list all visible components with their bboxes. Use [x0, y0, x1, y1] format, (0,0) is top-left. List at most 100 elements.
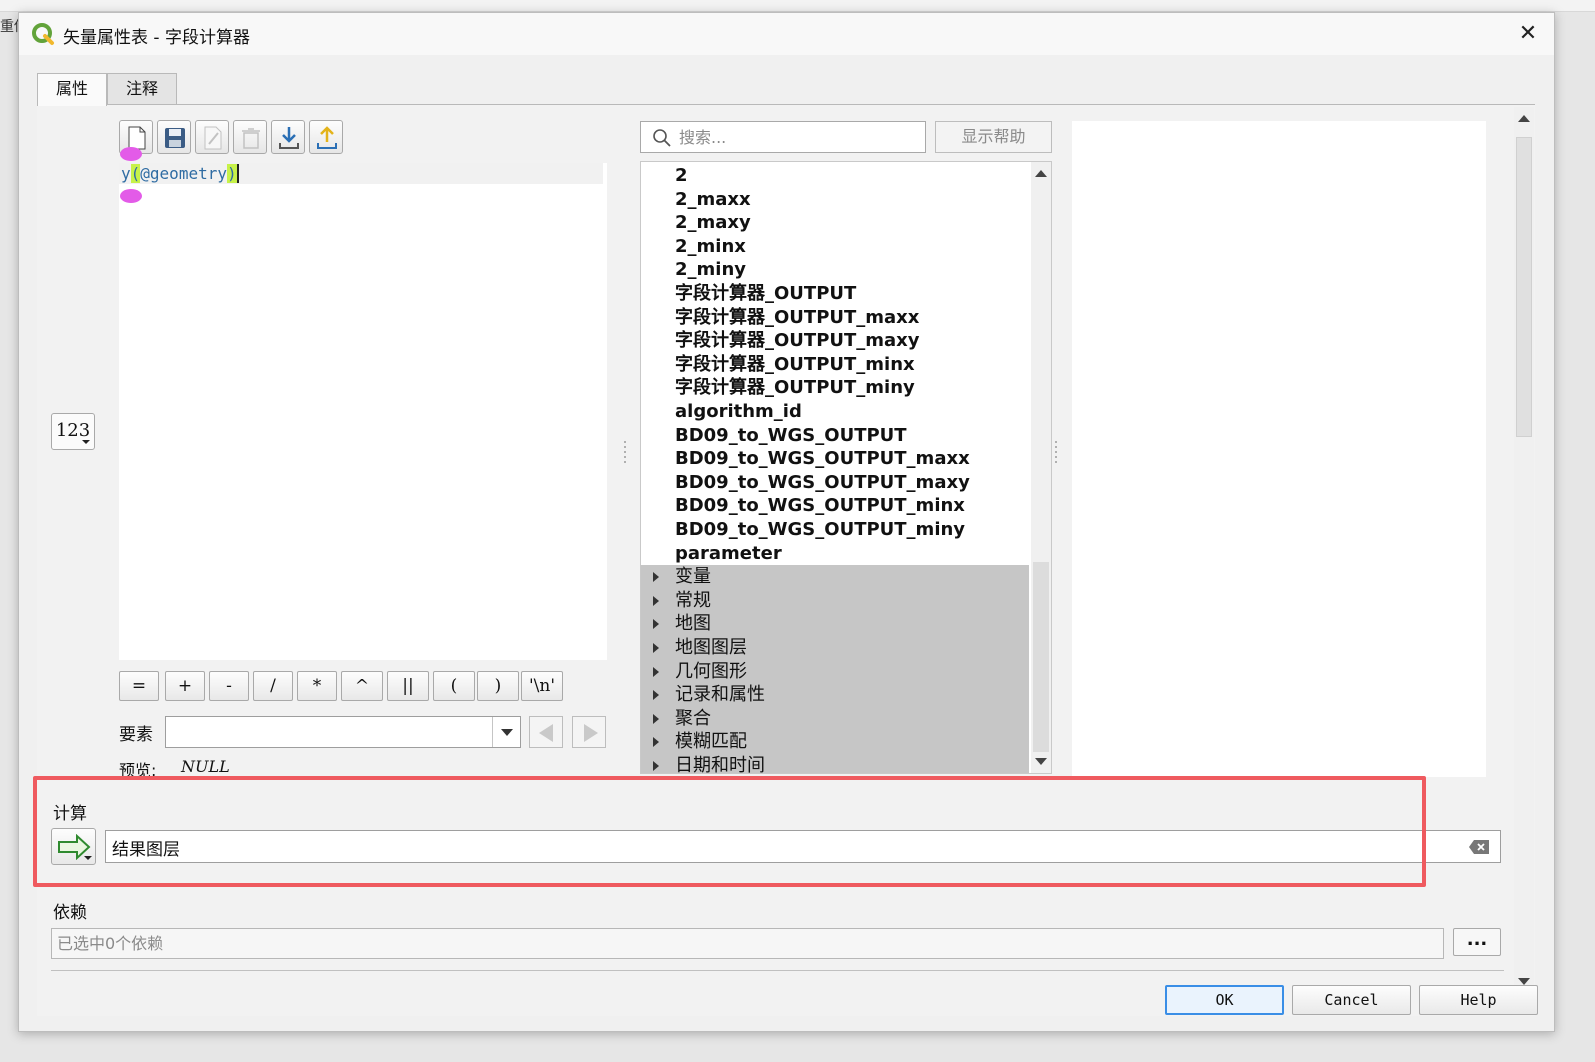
tree-group-item[interactable]: 几何图形 [641, 659, 1029, 684]
tree-group-item[interactable]: 聚合 [641, 706, 1029, 731]
help-pane [1072, 121, 1486, 777]
output-layer-button[interactable] [51, 828, 96, 865]
cancel-button[interactable]: Cancel [1292, 985, 1411, 1015]
tree-field-item[interactable]: BD09_to_WGS_OUTPUT_minx [641, 494, 1031, 518]
tree-field-item[interactable]: 字段计算器_OUTPUT [641, 282, 1031, 306]
tree-group-item[interactable]: 变量 [641, 565, 1029, 589]
operator-button[interactable]: * [297, 671, 337, 701]
tree-field-item[interactable]: 字段计算器_OUTPUT_minx [641, 353, 1031, 377]
operator-button[interactable]: || [387, 671, 429, 701]
trash-icon [242, 128, 260, 149]
upload-icon [317, 126, 337, 149]
function-search[interactable] [640, 121, 926, 153]
operator-button[interactable]: ) [477, 671, 519, 701]
tree-field-item[interactable]: BD09_to_WGS_OUTPUT_maxy [641, 471, 1031, 495]
tree-field-item[interactable]: 字段计算器_OUTPUT_maxx [641, 306, 1031, 330]
search-input[interactable] [677, 125, 917, 149]
tree-field-item[interactable]: 2_miny [641, 258, 1031, 282]
main-scroll-thumb[interactable] [1516, 137, 1532, 437]
scroll-down-icon[interactable] [1518, 978, 1530, 985]
output-layer-field[interactable] [105, 830, 1501, 863]
save-button[interactable] [157, 120, 191, 154]
tree-group-item[interactable]: 常规 [641, 588, 1029, 613]
arrow-left-icon [539, 724, 553, 742]
edit-button[interactable] [195, 120, 229, 154]
operator-button[interactable]: = [119, 671, 159, 701]
feature-combo[interactable] [165, 716, 521, 748]
tree-field-item[interactable]: BD09_to_WGS_OUTPUT_maxx [641, 447, 1031, 471]
main-scrollbar[interactable] [1514, 107, 1534, 993]
dependencies-label: 依赖 [53, 903, 87, 923]
expand-arrow-icon[interactable] [653, 761, 659, 771]
tree-group-label: 模糊匹配 [675, 731, 747, 753]
dependencies-browse-button[interactable]: ... [1453, 928, 1501, 956]
tree-field-item[interactable]: BD09_to_WGS_OUTPUT_miny [641, 518, 1031, 542]
expand-arrow-icon[interactable] [653, 643, 659, 653]
tree-field-item[interactable]: parameter [641, 542, 1031, 566]
previous-feature-button[interactable] [529, 716, 563, 748]
tree-field-item[interactable]: 2_minx [641, 235, 1031, 259]
operator-button[interactable]: ( [433, 671, 475, 701]
next-feature-button[interactable] [572, 716, 606, 748]
tree-field-item[interactable]: 2_maxy [641, 211, 1031, 235]
tree-field-item[interactable]: BD09_to_WGS_OUTPUT [641, 424, 1031, 448]
divider [51, 970, 1504, 971]
field-calculator-dialog: 矢量属性表 - 字段计算器 ✕ 属性 注释 y(@geometry) 123 要… [18, 12, 1555, 1032]
operator-button[interactable]: - [209, 671, 249, 701]
show-help-button[interactable]: 显示帮助 [935, 121, 1052, 153]
expand-arrow-icon[interactable] [653, 572, 659, 583]
chevron-down-icon[interactable] [492, 717, 520, 747]
tree-group-item[interactable]: 记录和属性 [641, 683, 1029, 707]
tree-group-label: 变量 [675, 566, 711, 588]
splitter-handle-right[interactable] [1055, 441, 1057, 465]
tree-group-label: 地图图层 [675, 637, 747, 658]
tree-field-item[interactable]: 2_maxx [641, 188, 1031, 212]
close-button[interactable]: ✕ [1514, 20, 1542, 48]
scroll-up-icon[interactable] [1035, 170, 1047, 177]
tree-group-item[interactable]: 日期和时间 [641, 754, 1029, 773]
tree-group-item[interactable]: 地图图层 [641, 636, 1029, 660]
ok-button[interactable]: OK [1165, 985, 1284, 1015]
delete-button[interactable] [233, 120, 267, 154]
expand-arrow-icon[interactable] [653, 690, 659, 701]
output-layer-input[interactable] [110, 834, 1440, 860]
tree-field-item[interactable]: 字段计算器_OUTPUT_miny [641, 376, 1031, 400]
tree-group-item[interactable]: 模糊匹配 [641, 730, 1029, 754]
operator-button[interactable]: / [253, 671, 293, 701]
help-button[interactable]: Help [1419, 985, 1538, 1015]
tree-scroll-thumb[interactable] [1033, 562, 1049, 752]
splitter-handle-left[interactable] [624, 441, 626, 465]
scroll-down-icon[interactable] [1035, 758, 1047, 765]
calc-label: 计算 [53, 804, 87, 824]
clear-icon[interactable] [1468, 839, 1490, 855]
tree-field-item[interactable]: 字段计算器_OUTPUT_maxy [641, 329, 1031, 353]
tab-annotations[interactable]: 注释 [107, 73, 177, 105]
expand-arrow-icon[interactable] [653, 595, 659, 606]
tree-field-item[interactable]: 2 [641, 164, 1031, 188]
scroll-up-icon[interactable] [1518, 115, 1530, 122]
operator-button[interactable]: + [165, 671, 205, 701]
titlebar: 矢量属性表 - 字段计算器 ✕ [19, 13, 1554, 55]
tree-field-item[interactable]: algorithm_id [641, 400, 1031, 424]
operator-button[interactable]: ^ [341, 671, 383, 701]
expression-editor[interactable]: y(@geometry) [119, 163, 607, 660]
expand-arrow-icon[interactable] [653, 737, 659, 748]
import-button[interactable] [271, 120, 305, 154]
dependencies-field[interactable]: 已选中0个依赖 [51, 928, 1444, 959]
expand-arrow-icon[interactable] [653, 666, 659, 677]
expand-arrow-icon[interactable] [653, 713, 659, 724]
arrow-right-icon [584, 724, 598, 742]
drop-marker-bottom [120, 189, 142, 203]
expand-arrow-icon[interactable] [653, 619, 659, 630]
tab-attributes[interactable]: 属性 [37, 73, 107, 106]
tree-scrollbar[interactable] [1031, 162, 1051, 773]
field-type-button[interactable]: 123 [51, 413, 95, 450]
edit-icon [204, 126, 222, 150]
tree-group-item[interactable]: 地图 [641, 612, 1029, 636]
qgis-logo-icon [32, 23, 54, 45]
function-tree: parameter BD09_to_WGS_OUTPUT_miny BD09_to_… [640, 161, 1052, 774]
export-button[interactable] [309, 120, 343, 154]
expression-code[interactable]: y(@geometry) [121, 163, 239, 184]
chevron-down-icon [84, 856, 92, 860]
operator-button[interactable]: '\n' [521, 671, 563, 701]
